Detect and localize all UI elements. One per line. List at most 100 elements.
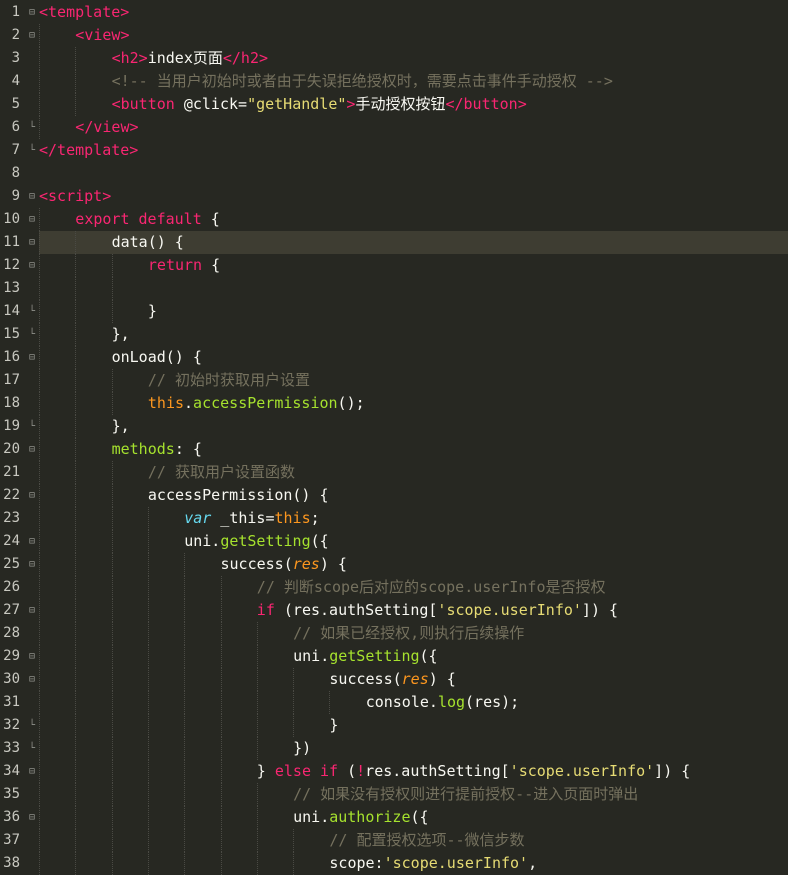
indent-guide — [75, 576, 77, 599]
fold-toggle-icon[interactable]: ⊟ — [26, 1, 38, 24]
code-text: success(res) { — [39, 553, 788, 576]
indent-guide — [184, 645, 186, 668]
line-number: 22 — [3, 487, 20, 503]
indent-guide — [184, 622, 186, 645]
fold-toggle-icon[interactable]: ⊟ — [26, 553, 38, 576]
fold-toggle-icon[interactable]: ⊟ — [26, 806, 38, 829]
code-line[interactable]: 34 ⊟} else if (!res.authSetting['scope.us… — [0, 760, 788, 783]
code-line[interactable]: 30 ⊟ success(res) { — [0, 668, 788, 691]
code-line[interactable]: 28 // 如果已经授权,则执行后续操作 — [0, 622, 788, 645]
code-line[interactable]: 22 ⊟ accessPermission() { — [0, 484, 788, 507]
code-line[interactable]: 19 └}, — [0, 415, 788, 438]
fold-toggle-icon[interactable]: ⊟ — [26, 231, 38, 254]
indent-guide — [184, 553, 186, 576]
code-line[interactable]: 21 // 获取用户设置函数 — [0, 461, 788, 484]
code-line[interactable]: 35 // 如果没有授权则进行提前授权--进入页面时弹出 — [0, 783, 788, 806]
code-line[interactable]: 29 ⊟ uni.getSetting({ — [0, 645, 788, 668]
code-line[interactable]: 23 var _this=this; — [0, 507, 788, 530]
indent-guide — [111, 737, 113, 760]
indent-guide — [220, 783, 222, 806]
fold-toggle-icon[interactable]: ⊟ — [26, 530, 38, 553]
code-line[interactable]: 18 this.accessPermission(); — [0, 392, 788, 415]
fold-toggle-icon[interactable]: ⊟ — [26, 24, 38, 47]
code-line[interactable]: 38 scope:'scope.userInfo', — [0, 852, 788, 875]
line-number: 8 — [11, 165, 20, 181]
fold-toggle-icon[interactable]: ⊟ — [26, 438, 38, 461]
code-line[interactable]: 15 └}, — [0, 323, 788, 346]
code-token: index页面 — [147, 49, 223, 67]
code-line[interactable]: 2 ⊟ <view> — [0, 24, 788, 47]
code-text: <view> — [39, 24, 788, 47]
indent-guide — [220, 668, 222, 691]
indent-guide — [75, 323, 77, 346]
code-token: "getHandle" — [247, 95, 347, 113]
fold-toggle-icon[interactable]: ⊟ — [26, 599, 38, 622]
code-text: uni.getSetting({ — [39, 645, 788, 668]
code-line[interactable]: 33 └}) — [0, 737, 788, 760]
indent-guide — [111, 668, 113, 691]
code-line[interactable]: 20 ⊟ methods: { — [0, 438, 788, 461]
code-line[interactable]: 10 ⊟ export default { — [0, 208, 788, 231]
code-line[interactable]: 7 └ </template> — [0, 139, 788, 162]
code-line[interactable]: 12 ⊟ return { — [0, 254, 788, 277]
indent-guide — [147, 599, 149, 622]
indent-guide — [111, 691, 113, 714]
fold-toggle-icon[interactable]: ⊟ — [26, 668, 38, 691]
code-line[interactable]: 14 └} — [0, 300, 788, 323]
code-line[interactable]: 8 — [0, 162, 788, 185]
code-line[interactable]: 25 ⊟ success(res) { — [0, 553, 788, 576]
code-line[interactable]: 27 ⊟ if (res.authSetting['scope.userInfo']… — [0, 599, 788, 622]
code-line[interactable]: 17 // 初始时获取用户设置 — [0, 369, 788, 392]
line-number: 14 — [3, 303, 20, 319]
code-token: // 如果没有授权则进行提前授权--进入页面时弹出 — [293, 785, 639, 803]
indent-guide — [39, 645, 40, 668]
line-number: 16 — [3, 349, 20, 365]
fold-toggle-icon[interactable]: ⊟ — [26, 254, 38, 277]
fold-toggle-icon[interactable]: ⊟ — [26, 346, 38, 369]
code-token: // 初始时获取用户设置 — [147, 371, 310, 389]
code-line[interactable]: 16 ⊟ onLoad() { — [0, 346, 788, 369]
code-line[interactable]: 13 — [0, 277, 788, 300]
indent-guide — [39, 668, 40, 691]
line-number: 29 — [3, 648, 20, 664]
indent-guide — [75, 415, 77, 438]
code-line[interactable]: 32 └} — [0, 714, 788, 737]
code-line[interactable]: 31 console.log(res); — [0, 691, 788, 714]
indent-guide — [111, 277, 113, 300]
code-line[interactable]: 24 ⊟ uni.getSetting({ — [0, 530, 788, 553]
code-token: authorize — [329, 808, 411, 826]
fold-toggle-icon[interactable]: ⊟ — [26, 484, 38, 507]
code-token: ]) { — [654, 762, 691, 780]
code-line[interactable]: 9 ⊟ <script> — [0, 185, 788, 208]
indent-guide — [39, 760, 40, 783]
code-line[interactable]: 4 <!-- 当用户初始时或者由于失误拒绝授权时，需要点击事件手动授权 --> — [0, 70, 788, 93]
code-line[interactable]: 3 <h2>index页面</h2> — [0, 47, 788, 70]
code-text: export default { — [39, 208, 788, 231]
code-line[interactable]: 5 <button @click="getHandle">手动授权按钮</butt… — [0, 93, 788, 116]
code-line[interactable]: 37 // 配置授权选项--微信步数 — [0, 829, 788, 852]
code-token: // 判断scope后对应的scope.userInfo是否授权 — [256, 578, 606, 596]
indent-guide — [39, 829, 40, 852]
fold-gutter — [26, 461, 38, 484]
fold-toggle-icon[interactable]: ⊟ — [26, 208, 38, 231]
code-line[interactable]: 26 // 判断scope后对应的scope.userInfo是否授权 — [0, 576, 788, 599]
fold-toggle-icon[interactable]: ⊟ — [26, 760, 38, 783]
fold-toggle-icon[interactable]: ⊟ — [26, 645, 38, 668]
code-token: { — [202, 256, 221, 274]
indent-guide — [39, 852, 40, 875]
indent-guide — [111, 369, 113, 392]
indent-guide — [75, 852, 77, 875]
code-line[interactable]: 11 ⊟ data() { — [0, 231, 788, 254]
code-line[interactable]: 1 ⊟ <template> — [0, 1, 788, 24]
code-line[interactable]: 36 ⊟ uni.authorize({ — [0, 806, 788, 829]
code-token: }, — [111, 417, 130, 435]
indent-guide — [184, 576, 186, 599]
code-editor[interactable]: 1 ⊟ <template> 2 ⊟ <view> 3 <h2>index页面</h2> 4 <!… — [0, 0, 788, 875]
indent-guide — [111, 622, 113, 645]
indent-guide — [111, 714, 113, 737]
fold-toggle-icon[interactable]: ⊟ — [26, 185, 38, 208]
code-line[interactable]: 6 └ </view> — [0, 116, 788, 139]
indent-guide — [111, 392, 113, 415]
code-token: . — [211, 532, 221, 550]
code-text: return { — [39, 254, 788, 277]
